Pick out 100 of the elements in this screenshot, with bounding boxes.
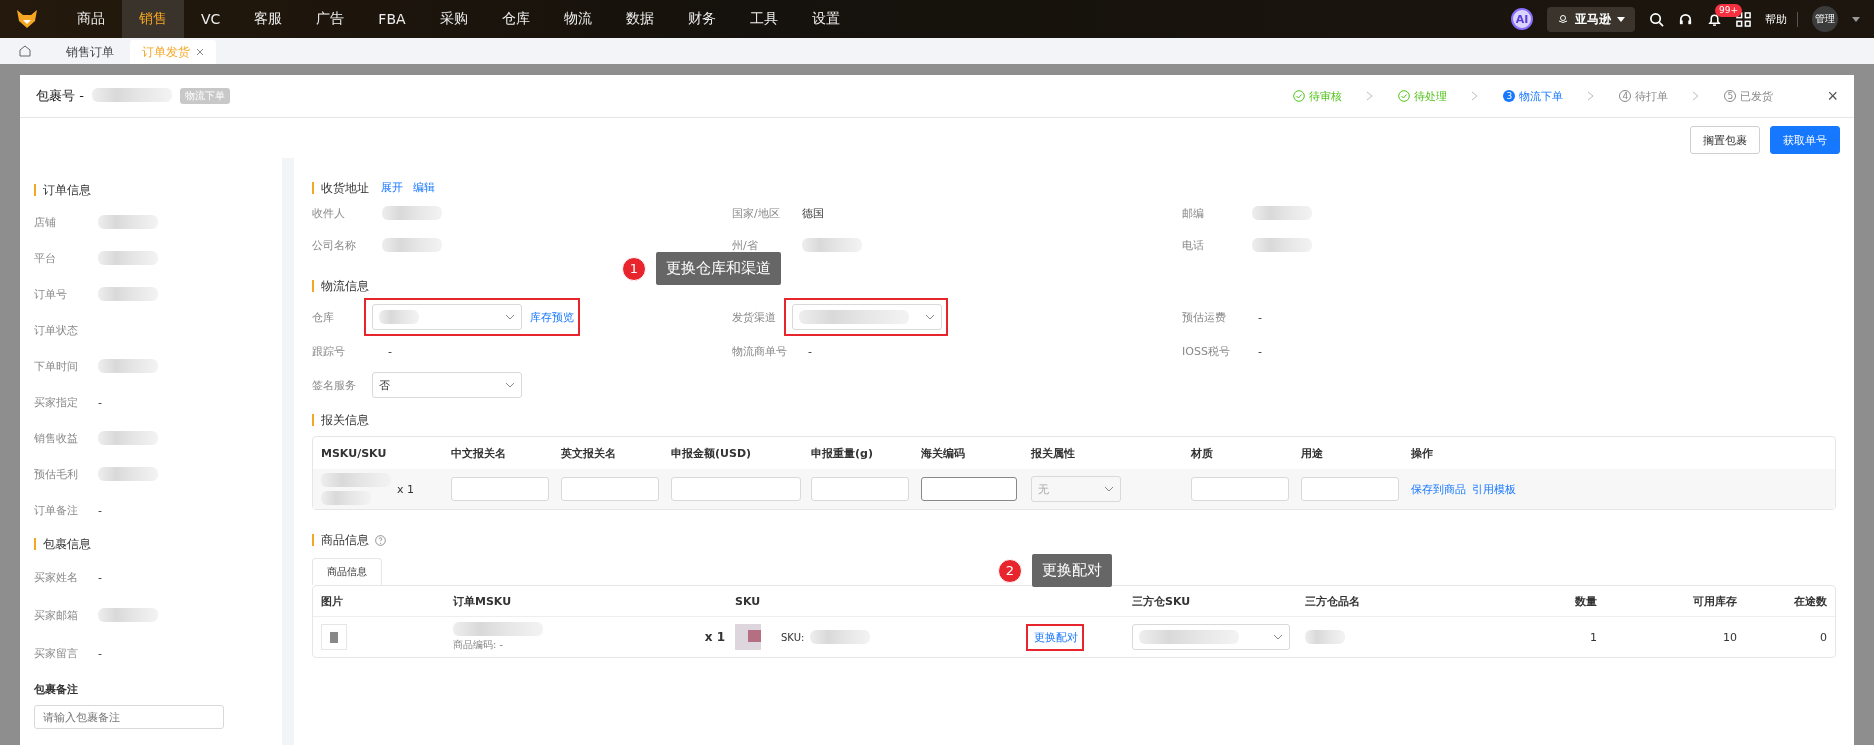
section-title: 商品信息: [321, 534, 369, 546]
grid-icon[interactable]: [1736, 11, 1751, 27]
help-icon[interactable]: [375, 534, 386, 546]
link[interactable]: 编辑: [413, 182, 435, 194]
content-tab[interactable]: 商品信息: [312, 558, 382, 585]
link[interactable]: 更换配对: [1034, 629, 1078, 645]
nav-item[interactable]: 物流: [546, 0, 609, 38]
check-circle-icon: [1293, 90, 1306, 102]
field-label: IOSS税号: [1182, 343, 1231, 359]
action-button[interactable]: 搁置包裹: [1690, 126, 1760, 154]
nav-item[interactable]: 商品: [60, 0, 122, 38]
nav-item[interactable]: 工具: [732, 0, 795, 38]
home-icon[interactable]: [18, 44, 32, 58]
field-value: -: [808, 344, 812, 358]
select-field[interactable]: [1132, 624, 1290, 650]
field-label: 国家/地区: [732, 205, 781, 221]
select-field[interactable]: [372, 304, 522, 330]
quantity: x 1: [397, 482, 414, 496]
redacted-value: [810, 630, 871, 644]
nav-item[interactable]: 设置: [794, 0, 857, 38]
field-value: -: [98, 570, 102, 584]
column-header: 材质: [1191, 445, 1214, 461]
caret-icon: [1617, 16, 1625, 22]
field-value: -: [388, 344, 392, 358]
caret-icon[interactable]: [1852, 16, 1860, 22]
column-header: SKU: [735, 594, 762, 608]
nav-item[interactable]: FBA: [361, 0, 423, 38]
field-label: 销售收益: [34, 430, 79, 446]
help-link[interactable]: 帮助: [1765, 11, 1798, 27]
search-icon[interactable]: [1649, 11, 1664, 27]
close-icon[interactable]: [196, 48, 204, 56]
select-field[interactable]: 否: [372, 372, 522, 398]
nav-item[interactable]: 广告: [299, 0, 362, 38]
field-label: 电话: [1182, 237, 1205, 253]
column-header: 三方仓SKU: [1132, 593, 1192, 609]
section-title: 包裹信息: [34, 538, 282, 550]
field-label: 预估运费: [1182, 309, 1227, 325]
progress-step: 待审核: [1293, 88, 1343, 104]
column-header: 数量: [1574, 593, 1597, 609]
ai-button[interactable]: AI: [1511, 8, 1533, 30]
page-tab[interactable]: 销售订单: [54, 40, 126, 64]
fox-logo-icon[interactable]: [16, 8, 38, 30]
nav-item[interactable]: 数据: [608, 0, 671, 38]
column-header: 用途: [1301, 445, 1324, 461]
column-header: 在途数: [1793, 593, 1827, 609]
field-value: 德国: [802, 205, 824, 221]
progress-step: 3 物流下单: [1503, 88, 1564, 104]
progress-step: 5 已发货: [1724, 88, 1774, 104]
nav-item[interactable]: 财务: [670, 0, 733, 38]
nav-item[interactable]: 销售: [122, 0, 184, 38]
action-button[interactable]: 获取单号: [1770, 126, 1840, 154]
caret-icon: [925, 314, 935, 320]
nav-item[interactable]: VC: [184, 0, 238, 38]
caret-icon: [1104, 486, 1114, 492]
field-label: 发货渠道: [732, 309, 777, 325]
progress-step: 4 待打单: [1619, 88, 1669, 104]
user-avatar[interactable]: 管理: [1812, 6, 1838, 32]
step-marker: 1: [622, 256, 646, 281]
close-button[interactable]: ×: [1827, 85, 1838, 107]
field-label: 买家邮箱: [34, 607, 79, 623]
column-header: 三方仓品名: [1305, 593, 1361, 609]
remark-field[interactable]: 请输入包裹备注: [34, 705, 224, 729]
link[interactable]: 引用模板: [1472, 481, 1516, 497]
select-field[interactable]: [792, 304, 942, 330]
nav-item[interactable]: 仓库: [484, 0, 547, 38]
column-header: 中文报关名: [451, 445, 507, 461]
field-value: -: [98, 503, 102, 517]
input-field[interactable]: [921, 477, 1017, 501]
column-header: 报关属性: [1031, 445, 1076, 461]
link[interactable]: 库存预览: [530, 309, 574, 325]
caret-icon: [505, 314, 515, 320]
product-code: 商品编码: -: [453, 638, 504, 652]
field-label: 跟踪号: [312, 343, 346, 359]
column-header: 申报金额(USD): [671, 445, 753, 461]
table-cell: 10: [1723, 630, 1737, 644]
field-label: 邮编: [1182, 205, 1205, 221]
callout-label: 更换仓库和渠道: [656, 252, 781, 285]
smile-logo-icon: [1557, 13, 1569, 25]
nav-item[interactable]: 客服: [237, 0, 300, 38]
store-selector[interactable]: 亚马逊: [1547, 6, 1635, 32]
headset-icon[interactable]: [1678, 11, 1693, 27]
field-label: 州/省: [732, 237, 759, 253]
step-marker: 2: [998, 558, 1022, 583]
column-header: 可用库存: [1692, 593, 1737, 609]
column-header: 英文报关名: [561, 445, 617, 461]
field-label: 下单时间: [34, 358, 79, 374]
field-label: 订单状态: [34, 322, 79, 338]
column-header: 订单MSKU: [453, 593, 513, 609]
table-cell: 1: [1590, 630, 1597, 644]
modal-title: 包裹号 -: [36, 87, 84, 105]
chevron-icon: [1471, 91, 1480, 101]
sku-label: SKU:: [781, 631, 805, 643]
link[interactable]: 保存到商品: [1411, 481, 1466, 497]
column-header: 图片: [321, 593, 344, 609]
link[interactable]: 展开: [381, 182, 403, 194]
section-title: 收货地址: [321, 182, 369, 194]
nav-item[interactable]: 采购: [422, 0, 485, 38]
notification-badge: 99+: [1715, 3, 1742, 17]
redacted-value: [321, 473, 391, 487]
field-label: 买家指定: [34, 394, 79, 410]
